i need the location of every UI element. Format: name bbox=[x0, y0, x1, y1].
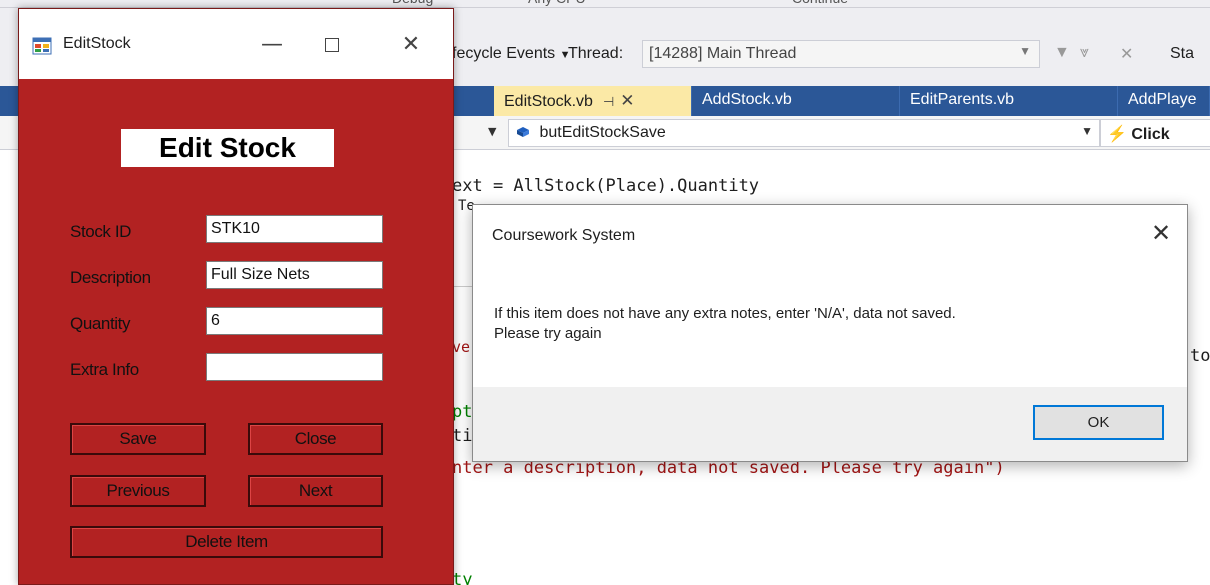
minimize-button[interactable]: — bbox=[250, 27, 294, 63]
window-title: EditStock bbox=[63, 35, 131, 52]
filter-icon[interactable]: ▼ bbox=[1054, 44, 1070, 62]
platform-dropdown[interactable]: Any CPU bbox=[528, 0, 586, 8]
chevron-down-icon: ▼ bbox=[1019, 44, 1031, 58]
app-icon bbox=[32, 37, 52, 55]
chevron-down-icon[interactable]: ▼ bbox=[488, 125, 496, 138]
vs-toolbar-top: Debug Any CPU Continue bbox=[0, 0, 1210, 8]
form-heading: Edit Stock bbox=[121, 129, 334, 167]
code-line: ty bbox=[452, 570, 473, 585]
stack-frame-label: Sta bbox=[1170, 45, 1195, 62]
code-line: ve bbox=[452, 338, 471, 356]
thread-dropdown[interactable]: [14288] Main Thread ▼ bbox=[642, 40, 1040, 68]
title-bar[interactable]: EditStock — ✕ bbox=[19, 9, 453, 79]
message-text: If this item does not have any extra not… bbox=[494, 304, 1164, 344]
maximize-button[interactable] bbox=[310, 27, 354, 63]
maximize-icon bbox=[325, 38, 339, 52]
message-box-close-button[interactable]: ✕ bbox=[1141, 215, 1181, 251]
message-box: Coursework System ✕ If this item does no… bbox=[472, 204, 1188, 462]
continue-button[interactable]: Continue bbox=[792, 0, 848, 8]
hide-icon[interactable]: ✕ bbox=[1120, 44, 1133, 64]
extra-info-input[interactable] bbox=[206, 353, 383, 381]
method-icon bbox=[517, 127, 529, 137]
event-icon: ⚡ bbox=[1107, 126, 1127, 143]
thread-value: [14288] Main Thread bbox=[649, 45, 797, 62]
tab-editparents-vb[interactable]: EditParents.vb bbox=[900, 86, 1118, 116]
member-dropdown[interactable]: butEditStockSave ▼ bbox=[508, 119, 1100, 147]
editstock-window: EditStock — ✕ Edit Stock Stock ID Descri… bbox=[18, 8, 454, 585]
config-dropdown[interactable]: Debug bbox=[392, 0, 433, 8]
stock-id-input[interactable] bbox=[206, 215, 383, 243]
minimize-icon: — bbox=[261, 32, 283, 57]
pin-icon[interactable]: ⊣ bbox=[603, 94, 614, 109]
close-button[interactable]: Close bbox=[248, 423, 383, 455]
tab-editstock-vb[interactable]: EditStock.vb ⊣ ✕ bbox=[494, 86, 692, 116]
extra-info-label: Extra Info bbox=[70, 360, 139, 379]
close-window-button[interactable]: ✕ bbox=[389, 27, 433, 63]
next-button[interactable]: Next bbox=[248, 475, 383, 507]
previous-button[interactable]: Previous bbox=[70, 475, 206, 507]
tab-addplayer-vb[interactable]: AddPlaye bbox=[1118, 86, 1210, 116]
quantity-input[interactable] bbox=[206, 307, 383, 335]
flag-filter-icon[interactable]: ⩔ bbox=[1080, 44, 1089, 62]
description-label: Description bbox=[70, 268, 151, 287]
close-icon: ✕ bbox=[401, 32, 421, 57]
thread-label: Thread: bbox=[568, 45, 624, 62]
close-icon: ✕ bbox=[1150, 219, 1172, 247]
quantity-label: Quantity bbox=[70, 314, 131, 333]
message-line: Please try again bbox=[494, 325, 602, 342]
code-line: pt bbox=[452, 402, 473, 422]
code-line: ext = AllStock(Place).Quantity bbox=[452, 176, 760, 196]
ok-button[interactable]: OK bbox=[1033, 405, 1164, 440]
lifecycle-events-label[interactable]: fecycle Events ▼ bbox=[452, 45, 571, 63]
description-input[interactable] bbox=[206, 261, 383, 289]
message-line: If this item does not have any extra not… bbox=[494, 305, 956, 322]
message-box-title: Coursework System bbox=[492, 227, 636, 244]
delete-item-button[interactable]: Delete Item bbox=[70, 526, 383, 558]
code-line: ti bbox=[452, 426, 473, 446]
chevron-down-icon: ▼ bbox=[1081, 124, 1093, 138]
save-button[interactable]: Save bbox=[70, 423, 206, 455]
message-box-footer: OK bbox=[473, 387, 1187, 461]
tab-addstock-vb[interactable]: AddStock.vb bbox=[692, 86, 900, 116]
event-dropdown[interactable]: ⚡ Click bbox=[1100, 119, 1210, 147]
code-fragment: to bbox=[1190, 346, 1210, 366]
close-icon[interactable]: ✕ bbox=[620, 91, 634, 110]
stock-id-label: Stock ID bbox=[70, 222, 132, 241]
